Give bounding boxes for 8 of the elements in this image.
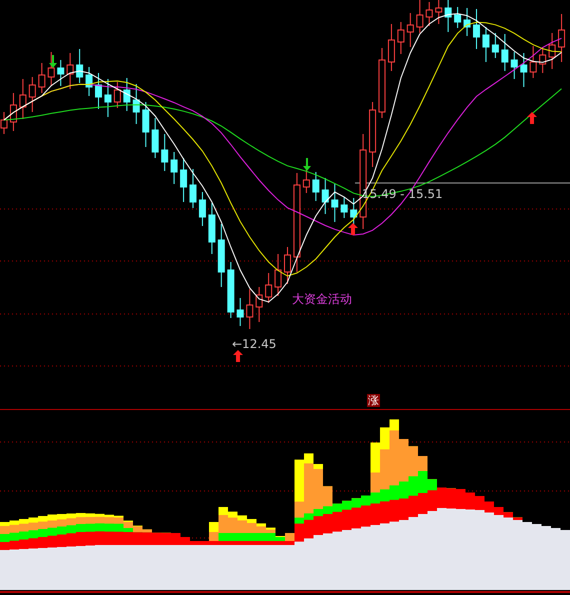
up-arrow-icon <box>348 223 358 235</box>
low-price-label: ←12.45 <box>232 337 276 351</box>
down-arrow-icon <box>303 158 311 171</box>
rise-badge: 涨 <box>367 394 380 407</box>
up-arrow-icon <box>527 112 537 124</box>
chart-annotation: 大资金活动 <box>292 292 352 306</box>
up-arrow-icon <box>233 350 243 362</box>
down-arrow-icon <box>49 55 57 68</box>
